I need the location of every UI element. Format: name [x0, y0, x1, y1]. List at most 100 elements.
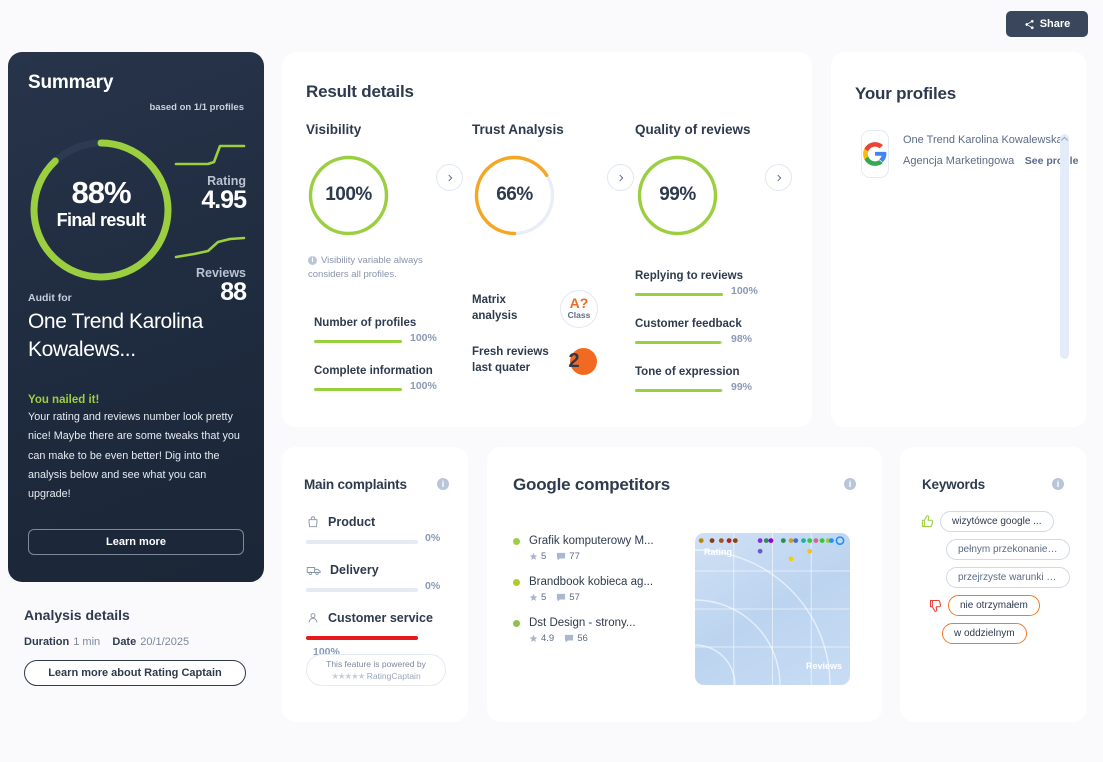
quality-details-button[interactable]	[765, 164, 792, 191]
competitor-name: Grafik komputerowy M...	[529, 535, 654, 547]
info-icon[interactable]: i	[437, 478, 449, 490]
rating-value: 4.95	[201, 186, 247, 214]
date-value: 20/1/2025	[140, 636, 190, 648]
thumbs-up-icon	[921, 515, 934, 528]
rating-stat: Rating 4.95	[174, 138, 247, 214]
keyword-chip[interactable]: nie otrzymałem	[948, 595, 1040, 616]
reviews-sparkline-icon	[174, 236, 246, 259]
complaint-bar	[306, 588, 418, 593]
competitor-reviews: 57	[556, 592, 580, 603]
keyword-row-positive: wizytówce google ...	[920, 511, 1070, 532]
matrix-analysis-label: Matrix analysis	[472, 294, 518, 322]
star-icon	[529, 552, 538, 560]
complaint-product: Product 0%	[306, 515, 446, 547]
keyword-chip[interactable]: pełnym przekonaniem...	[946, 539, 1070, 560]
audit-for-label: Audit for	[28, 292, 72, 304]
thumbs-down-icon	[929, 599, 942, 612]
nailed-it-title: You nailed it!	[28, 394, 100, 406]
metric-label: Customer feedback	[635, 318, 742, 330]
fresh-reviews-badge: 2	[560, 346, 598, 376]
profile-item[interactable]: One Trend Karolina Kowalewska - Agencja …	[861, 130, 1087, 178]
metric-value: 99%	[731, 380, 753, 393]
competitor-dot	[513, 619, 520, 627]
list-item[interactable]: Dst Design - strony... 4.9 56	[513, 617, 693, 644]
reviews-stat: Reviews 88	[174, 230, 247, 305]
competitor-name: Brandbook kobieca ag...	[529, 576, 654, 588]
main-complaints-card: Main complaints i Product 0% Delivery 0%	[282, 447, 468, 722]
info-icon[interactable]: i	[1052, 478, 1064, 490]
see-profile-link[interactable]: See profile	[1025, 155, 1079, 167]
quality-of-reviews-donut: 99%	[635, 153, 720, 238]
scatter-xlabel: Reviews	[805, 661, 842, 671]
nailed-it-block: You nailed it! Your rating and reviews n…	[28, 394, 246, 503]
share-label: Share	[1039, 18, 1071, 30]
metric-replying-to-reviews: Replying to reviews 100%	[635, 270, 785, 300]
star-icon	[529, 634, 538, 642]
keyword-chip[interactable]: przejrzyste warunki w...	[946, 567, 1070, 588]
learn-more-button[interactable]: Learn more	[28, 529, 244, 555]
quality-of-reviews-heading: Quality of reviews	[635, 122, 751, 137]
powered-by-text: This feature is powered by	[326, 658, 426, 669]
trust-analysis-details-button[interactable]	[607, 164, 634, 191]
keywords-title: Keywords	[922, 477, 985, 492]
google-competitors-card: Google competitors i Grafik komputerowy …	[487, 447, 882, 722]
metric-label: Tone of expression	[635, 366, 740, 378]
metric-value: 100%	[410, 379, 437, 392]
fresh-reviews-label: Fresh reviews last quater	[472, 346, 549, 374]
share-button[interactable]: Share	[1006, 11, 1088, 37]
competitor-reviews: 77	[556, 551, 580, 562]
summary-title: Summary	[28, 72, 114, 93]
keyword-row-neutral: pełnym przekonaniem...	[946, 539, 1070, 560]
keyword-row-negative: nie otrzymałem	[928, 595, 1070, 616]
learn-more-rating-captain-button[interactable]: Learn more about Rating Captain	[24, 660, 246, 686]
keyword-chip[interactable]: w oddzielnym	[942, 623, 1027, 644]
metric-label: Complete information	[314, 365, 433, 377]
competitors-scatter-chart[interactable]: Rating Reviews	[695, 533, 850, 685]
comment-icon	[565, 634, 574, 643]
analysis-details-title: Analysis details	[24, 607, 130, 623]
rating-sparkline-icon	[174, 144, 246, 166]
trust-analysis-donut: 66%	[472, 153, 557, 238]
profiles-scrollbar[interactable]	[1060, 134, 1069, 359]
complaint-bar	[306, 636, 418, 641]
final-result-donut: 88% Final result	[26, 135, 176, 285]
chevron-right-icon	[448, 174, 452, 181]
info-icon[interactable]: i	[844, 478, 856, 490]
visibility-details-button[interactable]	[436, 164, 463, 191]
keyword-row-negative: w oddzielnym	[942, 623, 1070, 644]
result-details-title: Result details	[306, 82, 414, 101]
duration-label: Duration	[24, 636, 70, 648]
competitor-list: Grafik komputerowy M... 5 77 Brandbook k…	[513, 535, 693, 658]
visibility-pct: 100%	[325, 184, 372, 205]
matrix-class-caption: Class	[567, 310, 591, 321]
comment-icon	[557, 593, 566, 602]
main-complaints-title: Main complaints	[304, 477, 407, 492]
google-competitors-title: Google competitors	[513, 475, 670, 494]
list-item[interactable]: Grafik komputerowy M... 5 77	[513, 535, 693, 562]
competitor-reviews: 56	[564, 633, 588, 644]
comment-icon	[557, 552, 566, 561]
keywords-card: Keywords i wizytówce google ... pełnym p…	[900, 447, 1087, 722]
analysis-details-meta: Duration 1 min Date 20/1/2025	[24, 636, 274, 648]
audit-company-name: One Trend Karolina Kowalews...	[28, 310, 203, 361]
delivery-van-icon	[306, 567, 321, 576]
metric-bar	[635, 340, 723, 344]
matrix-analysis-row: Matrix analysis A? Class	[472, 290, 598, 328]
competitor-dot	[513, 578, 520, 586]
complaint-label: Delivery	[330, 563, 379, 577]
final-result-pct: 88%	[71, 175, 131, 210]
star-icon	[529, 593, 538, 601]
chevron-right-icon	[619, 174, 623, 181]
quality-of-reviews-column: Quality of reviews 99%	[635, 122, 805, 238]
keyword-chip[interactable]: wizytówce google ...	[940, 511, 1054, 532]
metric-customer-feedback: Customer feedback 98%	[635, 318, 785, 348]
competitor-rating: 4.9	[529, 633, 554, 644]
metric-bar	[635, 388, 723, 392]
result-details-card: Result details Visibility 100% i Visibili…	[282, 52, 812, 427]
shopping-bag-icon	[308, 516, 318, 528]
list-item[interactable]: Brandbook kobieca ag... 5 57	[513, 576, 693, 603]
powered-by-brand: RatingCaptain	[366, 671, 421, 681]
quality-of-reviews-pct: 99%	[659, 184, 696, 205]
metric-value: 100%	[410, 331, 437, 344]
metric-complete-information: Complete information 100%	[314, 365, 444, 395]
